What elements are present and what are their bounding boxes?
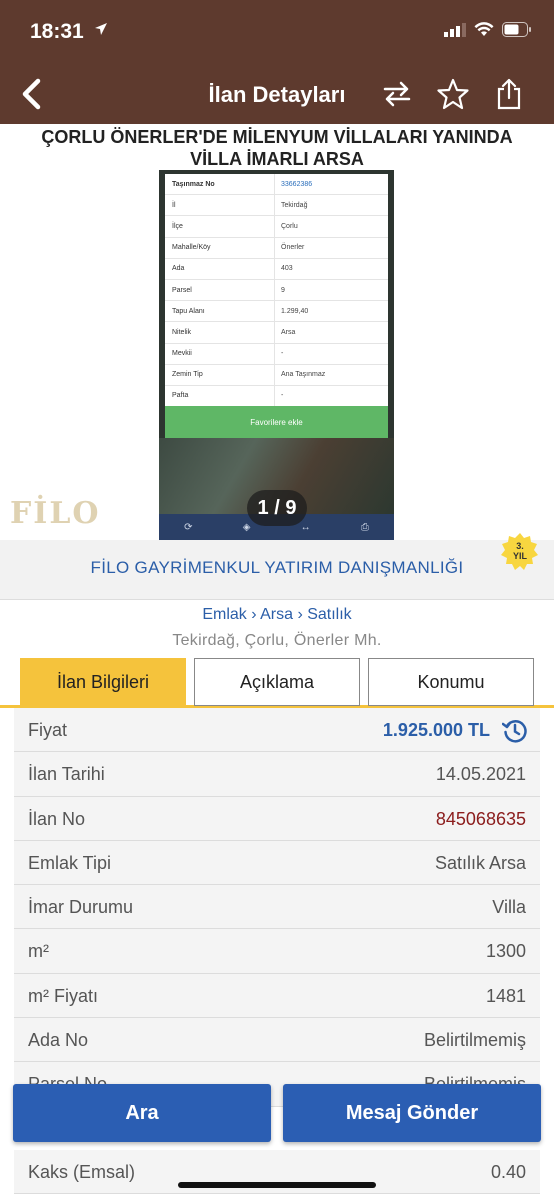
detail-row-type: Emlak Tipi Satılık Arsa (14, 840, 540, 886)
photo-counter: 1 / 9 (247, 490, 307, 526)
agency-watermark-logo: FİLO (10, 496, 101, 531)
detail-label: Emlak Tipi (28, 852, 112, 873)
photo-gallery[interactable]: FİLO Taşınmaz No 33662386 İl Tekirdağ İlçe… (0, 170, 554, 540)
call-button[interactable]: Ara (13, 1084, 271, 1142)
tab-aciklama[interactable]: Açıklama (194, 658, 360, 706)
agency-bar[interactable]: FİLO GAYRİMENKUL YATIRIM DANIŞMANLIĞI 3.… (0, 533, 554, 600)
detail-row-zoning: İmar Durumu Villa (14, 885, 540, 930)
details-list: Fiyat 1.925.000 TL İlan Tarihi 14.05.202… (0, 708, 554, 1107)
detail-label: İmar Durumu (28, 897, 134, 918)
navigation-bar: İlan Detayları (0, 64, 554, 124)
photo-table-row: Ada 403 (165, 258, 388, 280)
share-button[interactable] (492, 77, 526, 111)
detail-label: Kaks (Emsal) (28, 1162, 136, 1182)
signal-icon (444, 22, 466, 42)
detail-row-price: Fiyat 1.925.000 TL (14, 708, 540, 753)
detail-label: İlan Tarihi (28, 764, 105, 785)
photo-parcel-table: Taşınmaz No 33662386 İl Tekirdağ İlçe Çorlu… (165, 174, 388, 408)
home-indicator[interactable] (178, 1182, 376, 1188)
measure-icon: ↔ (300, 521, 311, 533)
favorite-star-button[interactable] (436, 77, 470, 111)
photo-table-row: Parsel 9 (165, 279, 388, 302)
refresh-icon: ⟳ (184, 521, 193, 533)
detail-value: Satılık Arsa (434, 852, 526, 873)
breadcrumb[interactable]: Emlak › Arsa › Satılık (0, 606, 554, 624)
print-icon: ⎙ (360, 521, 369, 533)
listing-photo[interactable]: Taşınmaz No 33662386 İl Tekirdağ İlçe Çorlu… (159, 170, 394, 540)
wifi-icon (474, 22, 494, 42)
detail-value: 0.40 (490, 1162, 526, 1182)
detail-value: Belirtilmemiş (423, 1030, 526, 1051)
photo-table-row: Mahalle/Köy Önerler (165, 237, 388, 259)
detail-row-date: İlan Tarihi 14.05.2021 (14, 752, 540, 797)
detail-value-ad-no: 845068635 (435, 808, 526, 829)
detail-value: 1481 (485, 985, 526, 1006)
photo-favorite-bar: Favorilere ekle (165, 406, 388, 438)
tab-konumu[interactable]: Konumu (368, 658, 534, 706)
photo-table-row: İl Tekirdağ (165, 195, 388, 217)
status-time: 18:31 (30, 20, 84, 43)
detail-label: İlan No (28, 808, 86, 829)
detail-row-ada: Ada No Belirtilmemiş (14, 1018, 540, 1063)
detail-label: m² (28, 941, 49, 962)
bottom-actions: Ara Mesaj Gönder (0, 1084, 554, 1144)
listing-title: ÇORLU ÖNERLER'DE MİLENYUM VİLLALARI YANI… (0, 124, 554, 170)
detail-label: Ada No (28, 1030, 89, 1051)
year-badge-label: YIL (512, 551, 527, 561)
photo-table-row: Taşınmaz No 33662386 (165, 174, 388, 196)
tab-ilan-bilgileri[interactable]: İlan Bilgileri (20, 658, 186, 706)
status-bar: 18:31 (0, 0, 554, 64)
detail-row-unit-price: m² Fiyatı 1481 (14, 973, 540, 1019)
detail-value: Villa (492, 897, 526, 918)
agency-name[interactable]: FİLO GAYRİMENKUL YATIRIM DANIŞMANLIĞI (0, 558, 554, 578)
detail-label: m² Fiyatı (28, 985, 98, 1006)
detail-value: 1300 (485, 941, 526, 962)
year-badge: 3. YIL (500, 532, 540, 572)
location-text: Tekirdağ, Çorlu, Önerler Mh. (172, 632, 382, 649)
year-badge-number: 3. (516, 541, 524, 551)
location-arrow-icon (94, 22, 108, 41)
listing-title-line2: VİLLA İMARLI ARSA (190, 149, 364, 169)
detail-label: Fiyat (28, 720, 68, 740)
photo-table-row: İlçe Çorlu (165, 216, 388, 238)
locate-icon: ◈ (242, 521, 251, 533)
detail-row-area: m² 1300 (14, 929, 540, 974)
detail-row-ad-no: İlan No 845068635 (14, 796, 540, 841)
photo-table-row: Mevkii - (165, 343, 388, 365)
tab-bar: İlan Bilgileri Açıklama Konumu (0, 658, 554, 708)
detail-value: 14.05.2021 (435, 764, 526, 785)
detail-value-price: 1.925.000 TL (382, 720, 490, 740)
battery-icon (502, 22, 532, 42)
status-indicators (444, 22, 532, 42)
send-message-button[interactable]: Mesaj Gönder (283, 1084, 541, 1142)
price-history-icon[interactable] (501, 718, 528, 744)
photo-table-row: Tapu Alanı 1.299,40 (165, 301, 388, 323)
compare-button[interactable] (380, 77, 414, 111)
photo-table-row: Zemin Tip Ana Taşınmaz (165, 364, 388, 386)
photo-table-row: Nitelik Arsa (165, 322, 388, 344)
listing-title-line1: ÇORLU ÖNERLER'DE MİLENYUM VİLLALARI YANI… (41, 127, 513, 147)
photo-table-row: Pafta - (165, 385, 388, 408)
